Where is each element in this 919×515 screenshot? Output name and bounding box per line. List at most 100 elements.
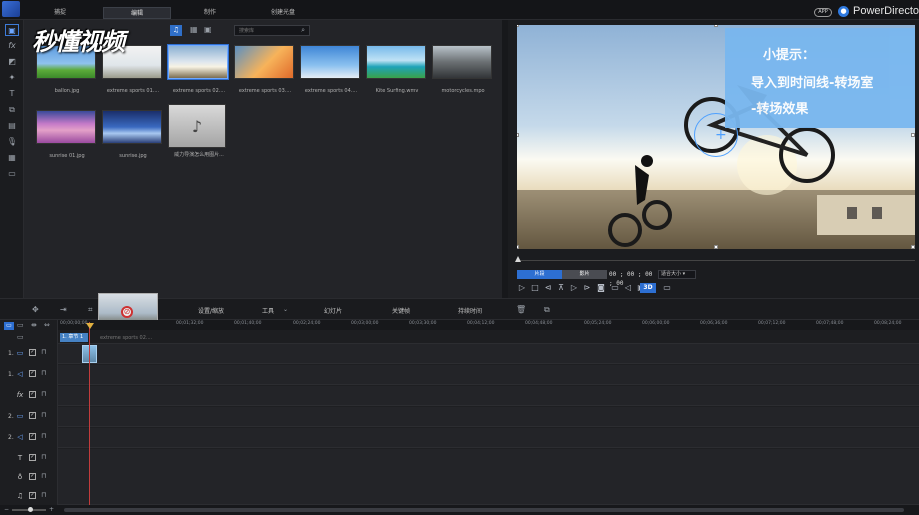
movie-mode-button[interactable]: 影片 xyxy=(562,270,607,279)
track-lane-voice[interactable] xyxy=(58,468,919,488)
fit-crop-button[interactable]: 设置/缩放 xyxy=(198,306,224,315)
library-item[interactable]: sunrise 01.jpg xyxy=(36,110,98,159)
duration-button[interactable]: 持续时间 xyxy=(458,306,482,315)
resize-handle[interactable] xyxy=(714,245,718,249)
library-item[interactable]: sunrise.jpg xyxy=(102,110,164,159)
track-enable-checkbox[interactable]: ✓ xyxy=(29,412,36,419)
next-frame-icon[interactable]: ▷ xyxy=(569,283,579,293)
zoom-slider-thumb[interactable] xyxy=(28,507,33,512)
move-crosshair-icon[interactable]: + xyxy=(715,127,727,143)
tab-create-disc[interactable]: 创建光盘 xyxy=(258,7,308,19)
library-item[interactable]: extreme sports 03.... xyxy=(234,45,296,94)
track-lane-fx[interactable] xyxy=(58,386,919,406)
track-enable-checkbox[interactable]: ✓ xyxy=(29,391,36,398)
chevron-down-icon[interactable]: ⌄ xyxy=(283,306,288,313)
track-header-video-2[interactable]: 2. ▭ ✓ ⊓ xyxy=(0,407,58,427)
timecode-display[interactable]: 00 ; 00 ; 00 ; 00 xyxy=(609,270,655,287)
media-room-icon[interactable]: ▣ xyxy=(5,24,19,36)
track-header-music[interactable]: ♫ ✓ ⊓ xyxy=(0,487,58,507)
preview-scrub-bar[interactable] xyxy=(517,260,915,261)
storyboard-icon[interactable]: ▭ xyxy=(17,321,24,329)
fx-room-icon[interactable]: fx xyxy=(5,40,19,52)
resize-handle[interactable] xyxy=(517,245,519,249)
keyframe-button[interactable]: 关键帧 xyxy=(392,306,410,315)
track-lane-audio-1[interactable] xyxy=(58,365,919,385)
external-display-icon[interactable]: ▭ xyxy=(662,283,672,293)
split-icon[interactable]: ⇥ xyxy=(60,305,67,314)
track-enable-checkbox[interactable]: ✓ xyxy=(29,492,36,499)
track-header-video-1[interactable]: 1. ▭ ✓ ⊓ xyxy=(0,344,58,364)
track-lane-video-1[interactable] xyxy=(58,344,919,364)
chapter-track[interactable] xyxy=(58,330,919,344)
track-enable-checkbox[interactable]: ✓ xyxy=(29,473,36,480)
preview-canvas[interactable]: + 小提示： 导入到时间线-转场室 -转场效果 xyxy=(517,25,915,249)
chapter-marker-icon[interactable]: ▭ xyxy=(17,333,24,341)
notification-bell-icon[interactable]: ● xyxy=(838,6,849,17)
volume-icon[interactable]: ◁ xyxy=(623,283,633,293)
preview-quality-icon[interactable]: ▭ xyxy=(610,283,620,293)
timeline-ruler[interactable]: 00;00;00;00 00;01;32;00 00;01;40;00 00;0… xyxy=(58,320,919,330)
library-item[interactable]: ♪ 威力导演怎么用图片... xyxy=(168,104,230,158)
horizontal-scroll-thumb[interactable] xyxy=(64,508,904,512)
track-lane-title[interactable] xyxy=(58,449,919,469)
playhead[interactable] xyxy=(89,322,90,510)
voice-record-icon[interactable]: 🎙 xyxy=(5,136,19,148)
snapshot-icon[interactable]: ◙ xyxy=(596,283,606,293)
track-header-fx[interactable]: fx ✓ ⊓ xyxy=(0,386,58,406)
track-enable-checkbox[interactable]: ✓ xyxy=(29,454,36,461)
zoom-out-icon[interactable]: − xyxy=(4,506,9,513)
step-back-icon[interactable]: ⊼ xyxy=(556,283,566,293)
stop-icon[interactable]: □ xyxy=(530,283,540,293)
scrub-head[interactable] xyxy=(515,256,521,262)
lock-icon[interactable]: ⊓ xyxy=(41,411,46,419)
storyboard-view-icon[interactable]: ✥ xyxy=(32,305,39,314)
timeline-scrollbar[interactable]: − + xyxy=(0,505,919,515)
transition-room-icon[interactable]: ⧉ xyxy=(5,104,19,116)
chapter-room-icon[interactable]: ▦ xyxy=(5,152,19,164)
library-item[interactable]: Kite Surfing.wmv xyxy=(366,45,428,94)
tab-edit[interactable]: 编辑 xyxy=(103,7,171,19)
library-item[interactable]: motorcycles.mpo xyxy=(432,45,494,94)
resize-handle[interactable] xyxy=(517,25,519,27)
track-lane-audio-2[interactable] xyxy=(58,428,919,448)
lock-icon[interactable]: ⊓ xyxy=(41,453,46,461)
timeline-view-icon[interactable]: ▭ xyxy=(4,322,14,330)
resize-handle[interactable] xyxy=(911,133,915,137)
3d-toggle[interactable]: 3D xyxy=(640,283,656,293)
tab-produce[interactable]: 制作 xyxy=(190,7,230,19)
crop-icon[interactable]: ⌗ xyxy=(88,305,93,315)
trash-icon[interactable]: 🗑 xyxy=(516,305,526,314)
track-enable-checkbox[interactable]: ✓ xyxy=(29,349,36,356)
previous-frame-icon[interactable]: ⊲ xyxy=(543,283,553,293)
track-header-audio-2[interactable]: 2. ◁ ✓ ⊓ xyxy=(0,428,58,448)
library-item-selected[interactable]: extreme sports 02.... xyxy=(168,45,230,94)
fast-forward-icon[interactable]: ⊳ xyxy=(582,283,592,293)
library-search[interactable]: ⌕ xyxy=(234,25,310,36)
subtitle-room-icon[interactable]: ▭ xyxy=(5,168,19,180)
grid-view-icon[interactable]: ▦ xyxy=(190,25,198,34)
track-lane-video-2[interactable] xyxy=(58,407,919,427)
chapter-marker[interactable]: 1. 章节 1 xyxy=(60,333,88,342)
track-header-title[interactable]: T ✓ ⊓ xyxy=(0,449,58,469)
resize-handle[interactable] xyxy=(517,133,519,137)
pip-room-icon[interactable]: ◩ xyxy=(5,56,19,68)
track-enable-checkbox[interactable]: ✓ xyxy=(29,433,36,440)
search-input[interactable] xyxy=(235,26,295,35)
resize-handle[interactable] xyxy=(911,245,915,249)
lock-icon[interactable]: ⊓ xyxy=(41,432,46,440)
lock-icon[interactable]: ⊓ xyxy=(41,348,46,356)
lock-icon[interactable]: ⊓ xyxy=(41,491,46,499)
fit-view-icon[interactable]: ⇼ xyxy=(31,321,37,329)
zoom-select[interactable]: 适合大小 ▾ xyxy=(658,270,696,279)
tools-menu-button[interactable]: 工具 xyxy=(262,306,274,315)
zoom-fit-icon[interactable]: ⇔ xyxy=(44,321,50,329)
playhead-handle-icon[interactable] xyxy=(86,323,94,329)
track-header-voice[interactable]: ♁ ✓ ⊓ xyxy=(0,468,58,488)
track-enable-checkbox[interactable]: ✓ xyxy=(29,370,36,377)
title-room-icon[interactable]: T xyxy=(5,88,19,100)
track-header-audio-1[interactable]: 1. ◁ ✓ ⊓ xyxy=(0,365,58,385)
app-badge[interactable]: APP xyxy=(814,8,832,17)
audio-mixing-icon[interactable]: ▤ xyxy=(5,120,19,132)
track-lane-music[interactable] xyxy=(58,487,919,505)
add-track-icon[interactable]: ⧉ xyxy=(544,305,550,315)
